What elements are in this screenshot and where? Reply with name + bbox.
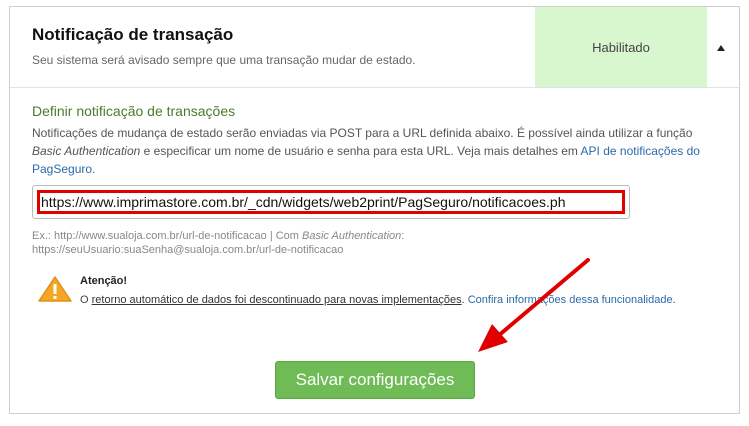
desc-text-end: . xyxy=(92,162,96,176)
example-text-1: Ex.: http://www.sualoja.com.br/url-de-no… xyxy=(32,230,303,242)
panel-subtitle: Seu sistema será avisado sempre que uma … xyxy=(32,53,416,67)
desc-text-1: Notificações de mudança de estado serão … xyxy=(32,126,693,140)
alert-message: O retorno automático de dados foi descon… xyxy=(80,293,680,308)
warning-icon xyxy=(38,276,72,302)
desc-text-2: e especificar um nome de usuário e senha… xyxy=(140,144,581,158)
url-highlight-box xyxy=(37,190,625,214)
transaction-notification-panel: Notificação de transação Seu sistema ser… xyxy=(9,6,740,414)
status-label: Habilitado xyxy=(592,39,650,55)
functionality-info-link[interactable]: Confira informações dessa funcionalidade xyxy=(468,294,673,306)
panel-header: Notificação de transação Seu sistema ser… xyxy=(10,7,739,88)
desc-emphasis: Basic Authentication xyxy=(32,144,141,158)
notification-url-field xyxy=(32,185,630,219)
section-description: Notificações de mudança de estado serão … xyxy=(32,124,722,178)
status-badge: Habilitado xyxy=(535,7,707,87)
caret-up-icon[interactable] xyxy=(714,41,730,57)
alert-underlined-text: retorno automático de dados foi desconti… xyxy=(91,294,462,306)
example-emphasis: Basic Authentication xyxy=(302,230,402,242)
section-title: Definir notificação de transações xyxy=(32,103,236,119)
example-text-2: : xyxy=(401,230,405,242)
notification-url-input[interactable] xyxy=(40,193,623,211)
alert-title: Atenção! xyxy=(80,275,128,287)
save-settings-button[interactable]: Salvar configurações xyxy=(275,361,475,399)
url-example-hint: Ex.: http://www.sualoja.com.br/url-de-no… xyxy=(32,229,592,257)
alert-prefix: O xyxy=(80,294,92,306)
example-line-2: https://seuUsuario:suaSenha@sualoja.com.… xyxy=(32,244,344,256)
alert-end: . xyxy=(672,294,676,306)
panel-title: Notificação de transação xyxy=(32,25,234,44)
